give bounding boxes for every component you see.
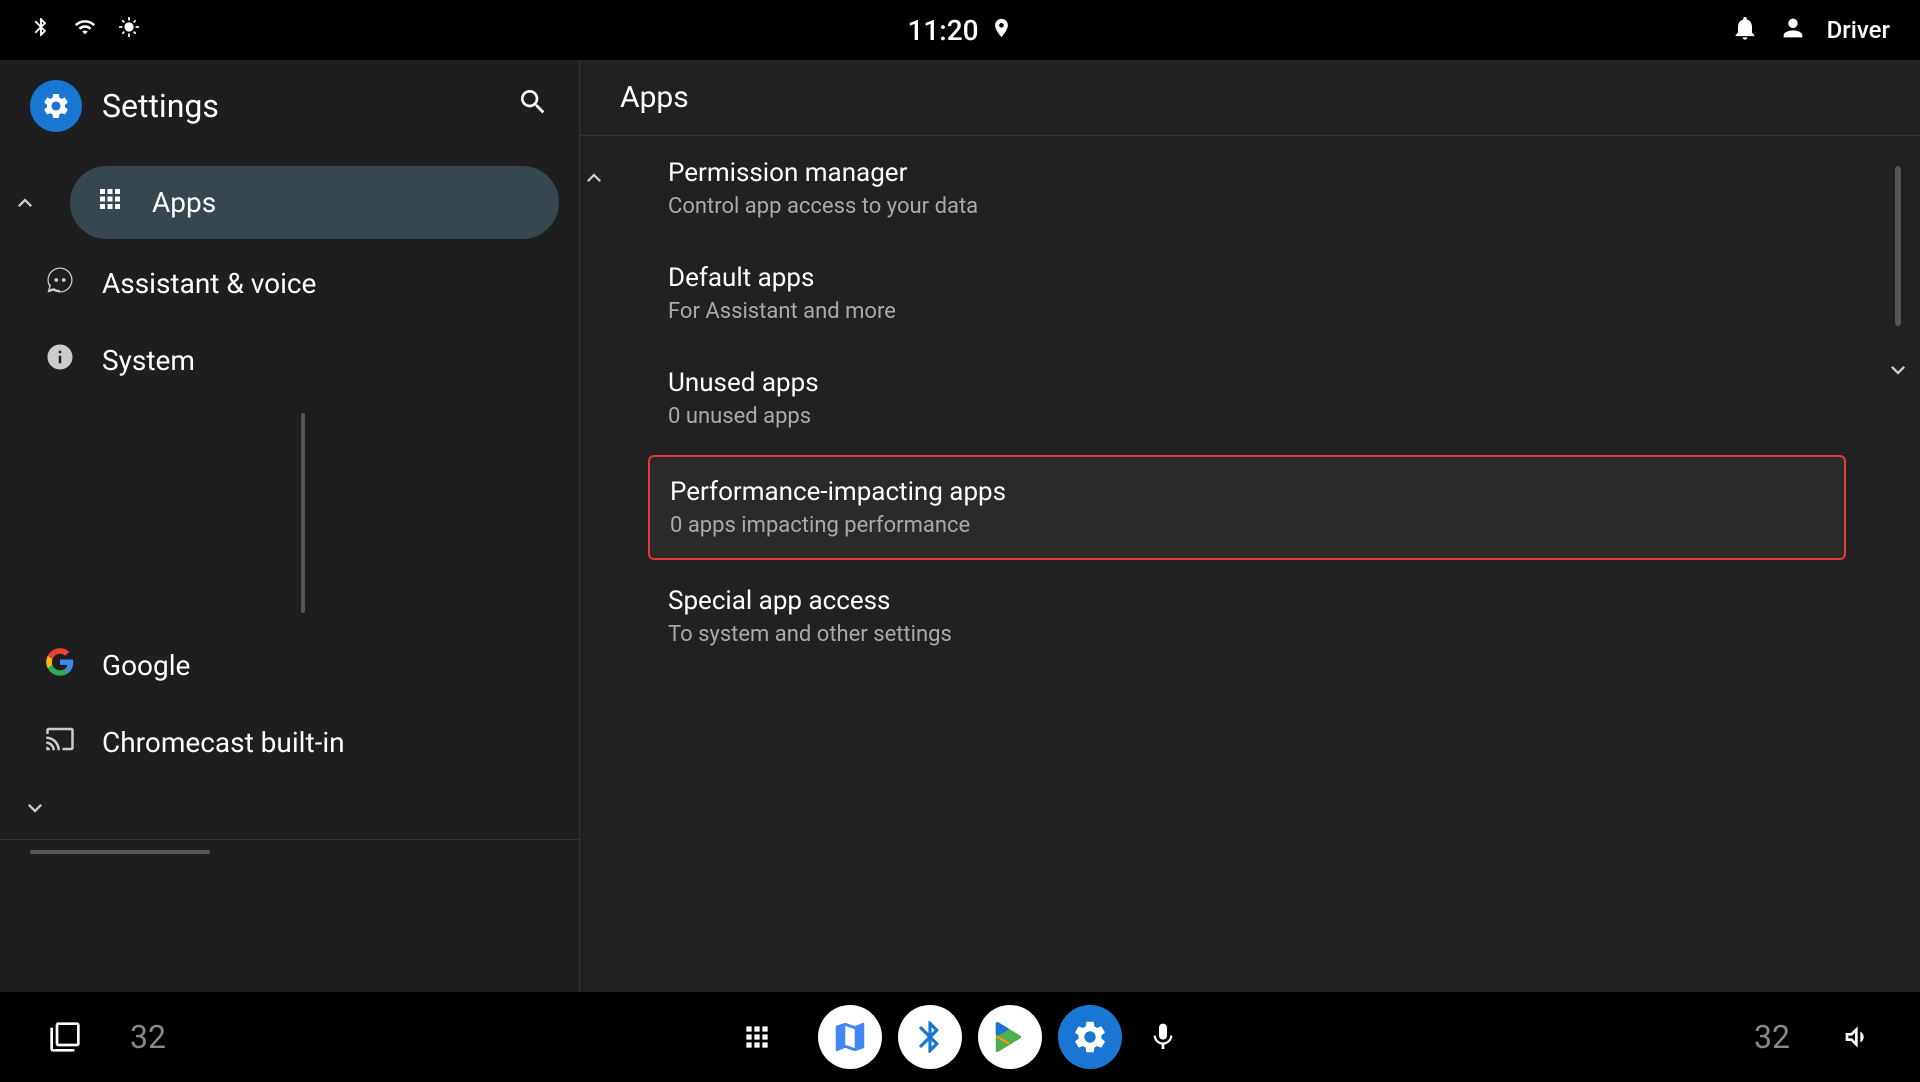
brightness-icon [118,16,140,44]
menu-item-special-access[interactable]: Special app access To system and other s… [618,564,1876,669]
status-bar-left [30,16,140,44]
right-content: Permission manager Control app access to… [580,136,1920,992]
taskbar-left: 32 [40,1012,166,1062]
permission-manager-title: Permission manager [668,158,1826,188]
notification-icon [1731,14,1759,46]
right-scrollbar [1895,166,1901,326]
window-button[interactable] [40,1012,90,1062]
taskbar-left-count: 32 [130,1018,166,1056]
bluetooth-app-icon[interactable] [898,1005,962,1069]
menu-item-permission-manager[interactable]: Permission manager Control app access to… [618,136,1876,241]
play-store-app-icon[interactable] [978,1005,1042,1069]
collapse-up-row: Apps [0,162,579,243]
right-chevron-up[interactable] [580,164,608,198]
sidebar-item-system[interactable]: System [20,324,559,397]
status-bar-center: 11:20 [907,14,1012,47]
apps-icon [90,184,130,221]
location-icon [991,17,1013,43]
collapse-up-button[interactable] [0,178,50,228]
volume-button[interactable] [1830,1012,1880,1062]
right-panel-title: Apps [620,80,689,115]
apps-grid-button[interactable] [732,1012,782,1062]
right-panel: Apps Permission manager Control app acce… [580,60,1920,992]
nav-list: Apps Assistant & voice [0,152,579,992]
taskbar-right-count: 32 [1754,1018,1790,1056]
sidebar-item-system-label: System [102,344,195,377]
sidebar-item-apps[interactable]: Apps [70,166,559,239]
settings-app-icon[interactable] [1058,1005,1122,1069]
main-area: Settings [0,60,1920,992]
maps-app-icon[interactable] [818,1005,882,1069]
assistant-icon [40,265,80,302]
settings-icon [30,80,82,132]
settings-header: Settings [0,60,579,152]
cast-icon [40,724,80,761]
taskbar: 32 [0,992,1920,1082]
bluetooth-icon [30,16,52,44]
status-bar: 11:20 Driver [0,0,1920,60]
default-apps-title: Default apps [668,263,1826,293]
sidebar-item-google-label: Google [102,649,190,682]
right-menu-list: Permission manager Control app access to… [618,136,1876,992]
menu-item-default-apps[interactable]: Default apps For Assistant and more [618,241,1876,346]
right-panel-header: Apps [580,60,1920,136]
right-scrollbar-area [1876,136,1920,992]
sidebar-item-chromecast[interactable]: Chromecast built-in [20,706,559,779]
right-chevron-up-area [580,136,618,992]
sidebar-item-assistant[interactable]: Assistant & voice [20,247,559,320]
google-icon [40,647,80,684]
menu-item-performance-apps[interactable]: Performance-impacting apps 0 apps impact… [648,455,1846,560]
status-time: 11:20 [907,14,978,47]
microphone-button[interactable] [1138,1012,1188,1062]
sidebar-item-chromecast-label: Chromecast built-in [102,726,345,759]
performance-apps-title: Performance-impacting apps [670,477,1824,507]
right-chevron-down[interactable] [1884,356,1912,390]
driver-label: Driver [1827,16,1890,44]
unused-apps-subtitle: 0 unused apps [668,404,1826,429]
permission-manager-subtitle: Control app access to your data [668,194,1826,219]
sidebar-item-assistant-label: Assistant & voice [102,267,316,300]
left-panel: Settings [0,60,580,992]
status-bar-right: Driver [1731,14,1890,46]
performance-apps-subtitle: 0 apps impacting performance [670,513,1824,538]
special-access-subtitle: To system and other settings [668,622,1826,647]
collapse-down-button[interactable] [10,783,60,833]
menu-item-unused-apps[interactable]: Unused apps 0 unused apps [618,346,1876,451]
search-icon[interactable] [517,86,549,126]
person-icon [1779,14,1807,46]
special-access-title: Special app access [668,586,1826,616]
wifi-icon [74,16,96,44]
settings-title-area: Settings [30,80,219,132]
system-icon [40,342,80,379]
taskbar-center [732,1005,1188,1069]
default-apps-subtitle: For Assistant and more [668,299,1826,324]
left-scrollbar [301,413,305,613]
sidebar-item-google[interactable]: Google [20,629,559,702]
taskbar-right: 32 [1754,1012,1880,1062]
sidebar-item-apps-label: Apps [152,186,216,219]
settings-title: Settings [102,87,219,125]
unused-apps-title: Unused apps [668,368,1826,398]
